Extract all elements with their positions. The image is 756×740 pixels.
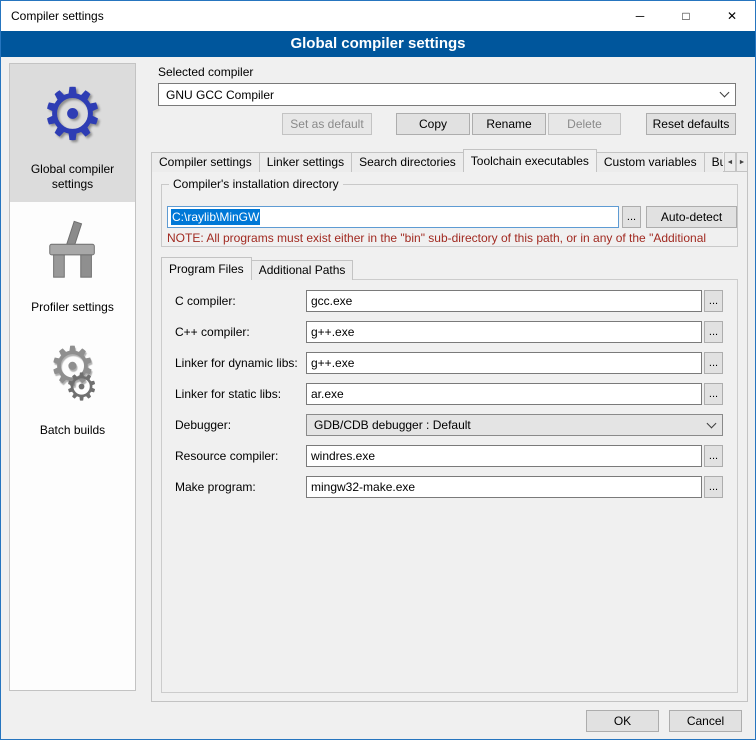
window-title: Compiler settings (11, 9, 104, 23)
dynamic-linker-label: Linker for dynamic libs: (175, 356, 298, 370)
window-controls: ─ □ ✕ (617, 1, 755, 31)
sidebar-item-label: Batch builds (12, 423, 133, 438)
c-compiler-label: C compiler: (175, 294, 236, 308)
dynamic-linker-input[interactable] (306, 352, 702, 374)
compiler-tabs: Compiler settings Linker settings Search… (151, 149, 723, 172)
sidebar-item-profiler-settings[interactable]: Profiler settings (10, 202, 135, 325)
cpp-compiler-label: C++ compiler: (175, 325, 250, 339)
compiler-settings-dialog: Compiler settings ─ □ ✕ Global compiler … (0, 0, 756, 740)
dynamic-linker-browse-button[interactable]: ... (704, 352, 723, 374)
cpp-compiler-input[interactable] (306, 321, 702, 343)
installation-directory-input[interactable]: C:\raylib\MinGW (167, 206, 619, 228)
subtab-program-files[interactable]: Program Files (161, 257, 252, 280)
make-program-input[interactable] (306, 476, 702, 498)
static-linker-input[interactable] (306, 383, 702, 405)
installation-directory-group-title: Compiler's installation directory (169, 177, 343, 191)
sidebar: ⚙ Global compiler settings Profiler sett… (9, 63, 136, 691)
set-as-default-button[interactable]: Set as default (282, 113, 372, 135)
cpp-compiler-browse-button[interactable]: ... (704, 321, 723, 343)
static-linker-browse-button[interactable]: ... (704, 383, 723, 405)
profiler-clamp-icon (12, 212, 133, 292)
sidebar-item-label: Global compiler settings (12, 162, 133, 192)
rename-button[interactable]: Rename (472, 113, 546, 135)
tab-scroll-left-icon[interactable]: ◄ (724, 152, 736, 172)
debugger-label: Debugger: (175, 418, 231, 432)
selected-compiler-dropdown[interactable]: GNU GCC Compiler (158, 83, 736, 106)
reset-defaults-button[interactable]: Reset defaults (646, 113, 736, 135)
delete-button[interactable]: Delete (548, 113, 621, 135)
tab-linker-settings[interactable]: Linker settings (259, 152, 352, 172)
debugger-value: GDB/CDB debugger : Default (314, 418, 471, 432)
subtab-additional-paths[interactable]: Additional Paths (251, 260, 354, 280)
sidebar-item-label: Profiler settings (12, 300, 133, 315)
resource-compiler-input[interactable] (306, 445, 702, 467)
bin-subdirectory-note: NOTE: All programs must exist either in … (167, 231, 737, 245)
tab-build-options[interactable]: Buil (704, 152, 723, 172)
chevron-down-icon (707, 418, 717, 428)
installation-directory-browse-button[interactable]: ... (622, 206, 641, 228)
selected-compiler-label: Selected compiler (158, 65, 253, 79)
sidebar-item-batch-builds[interactable]: ⚙ ⚙ Batch builds (10, 325, 135, 448)
selected-compiler-value: GNU GCC Compiler (166, 88, 274, 102)
resource-compiler-label: Resource compiler: (175, 449, 278, 463)
tab-search-directories[interactable]: Search directories (351, 152, 464, 172)
toolchain-subtabs: Program Files Additional Paths (161, 257, 461, 280)
tab-custom-variables[interactable]: Custom variables (596, 152, 705, 172)
ok-button[interactable]: OK (586, 710, 659, 732)
batch-builds-gears-icon: ⚙ ⚙ (12, 335, 133, 415)
dialog-header: Global compiler settings (1, 31, 755, 57)
titlebar: Compiler settings ─ □ ✕ (1, 1, 755, 31)
auto-detect-button[interactable]: Auto-detect (646, 206, 737, 228)
make-program-label: Make program: (175, 480, 256, 494)
tab-toolchain-executables[interactable]: Toolchain executables (463, 149, 597, 172)
tab-scroll-right-icon[interactable]: ► (736, 152, 748, 172)
minimize-icon[interactable]: ─ (617, 1, 663, 31)
cancel-button[interactable]: Cancel (669, 710, 742, 732)
maximize-icon[interactable]: □ (663, 1, 709, 31)
c-compiler-input[interactable] (306, 290, 702, 312)
gear-blue-icon: ⚙ (12, 74, 133, 154)
installation-directory-value: C:\raylib\MinGW (171, 209, 260, 225)
copy-button[interactable]: Copy (396, 113, 470, 135)
resource-compiler-browse-button[interactable]: ... (704, 445, 723, 467)
c-compiler-browse-button[interactable]: ... (704, 290, 723, 312)
tab-compiler-settings[interactable]: Compiler settings (151, 152, 260, 172)
static-linker-label: Linker for static libs: (175, 387, 281, 401)
debugger-dropdown[interactable]: GDB/CDB debugger : Default (306, 414, 723, 436)
chevron-down-icon (720, 88, 730, 98)
close-icon[interactable]: ✕ (709, 1, 755, 31)
sidebar-item-global-compiler-settings[interactable]: ⚙ Global compiler settings (10, 64, 135, 202)
gear-gray-icon: ⚙ ⚙ (35, 340, 111, 410)
make-program-browse-button[interactable]: ... (704, 476, 723, 498)
